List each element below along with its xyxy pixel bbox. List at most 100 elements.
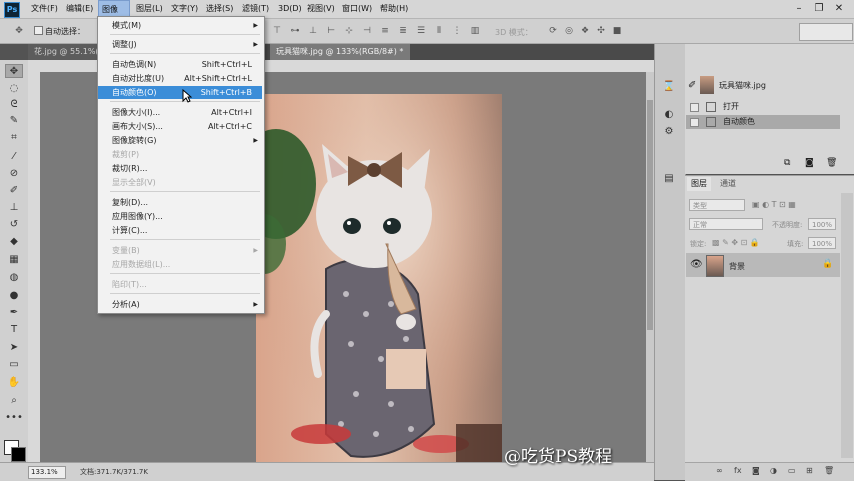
spot-healing-tool-icon[interactable]: ⊘ [5,167,23,181]
new-document-from-state-icon[interactable]: ⧉ [784,158,790,168]
distribute-middle-icon[interactable]: ≣ [396,25,410,37]
menu-3d[interactable]: 3D(D) [275,0,305,18]
fill-field[interactable]: 100% [808,237,836,249]
menu-window[interactable]: 窗口(W) [339,0,375,18]
link-layers-icon[interactable]: ∞ [716,466,723,475]
lock-options-icons[interactable]: ▩ ✎ ✥ ⊡ 🔒 [712,238,760,247]
menu-item-mode[interactable]: 模式(M) ▶ [98,19,262,32]
align-center-icon[interactable]: ⊹ [342,25,356,37]
distribute-top-icon[interactable]: ≡ [378,25,392,37]
history-panel-icon[interactable]: ⌛ [662,80,676,94]
3d-roll-icon[interactable]: ◎ [562,25,576,37]
clone-stamp-tool-icon[interactable]: ⊥ [5,201,23,215]
menu-item-duplicate[interactable]: 复制(D)... [98,196,262,209]
auto-select-checkbox[interactable] [34,26,43,35]
hand-tool-icon[interactable]: ✋ [5,376,23,390]
layer-visibility-eye-icon[interactable]: 👁 [690,259,703,270]
properties-panel-icon[interactable]: ⚙ [662,125,676,139]
menu-item-auto-tone[interactable]: 自动色调(N) Shift+Ctrl+L [98,58,262,71]
dodge-tool-icon[interactable]: ● [5,289,23,303]
quick-select-tool-icon[interactable]: ✎ [5,114,23,128]
document-image[interactable] [256,94,502,462]
move-tool-preset-icon[interactable]: ✥ [12,25,26,37]
close-icon[interactable]: ✕ [832,2,846,16]
zoom-level-field[interactable]: 133.1% [28,466,66,479]
align-middle-icon[interactable]: ⊶ [288,25,302,37]
auto-align-icon[interactable]: ▥ [468,25,482,37]
layers-scrollbar[interactable] [841,193,853,458]
layer-lock-icon[interactable]: 🔒 [822,259,833,269]
lasso-tool-icon[interactable]: ᘓ [5,98,23,112]
3d-slide-icon[interactable]: ✣ [594,25,608,37]
align-left-icon[interactable]: ⊢ [324,25,338,37]
layer-filter-icons[interactable]: ▣ ◐ T ⊡ ▦ [752,200,796,209]
distribute-left-icon[interactable]: ⫴ [432,25,446,37]
marquee-tool-icon[interactable]: ◌ [5,82,23,96]
tab-layers[interactable]: 图层 [687,177,711,191]
layers-panel-icon[interactable]: ▤ [662,172,676,186]
menu-item-apply-data-set[interactable]: 应用数据组(L)... [98,258,262,271]
pen-tool-icon[interactable]: ✒ [5,306,23,320]
history-step-auto-color[interactable]: 自动颜色 [686,115,840,129]
align-top-icon[interactable]: ⊤ [270,25,284,37]
menu-view[interactable]: 视图(V) [304,0,338,18]
gradient-tool-icon[interactable]: ▦ [5,253,23,267]
new-layer-icon[interactable]: ⊞ [806,466,813,475]
background-color-swatch[interactable] [11,447,26,462]
3d-drag-icon[interactable]: ❖ [578,25,592,37]
history-brush-tool-icon[interactable]: ↺ [5,218,23,232]
tab-toy-cat[interactable]: 玩具猫咪.jpg @ 133%(RGB/8#) * × [270,44,410,72]
edit-toolbar-icon[interactable]: ••• [5,411,23,425]
path-select-tool-icon[interactable]: ➤ [5,341,23,355]
menu-item-image-rotation[interactable]: 图像旋转(G) ▶ [98,134,262,147]
rectangle-tool-icon[interactable]: ▭ [5,358,23,372]
menu-item-crop[interactable]: 裁剪(P) [98,148,262,161]
new-group-icon[interactable]: ▭ [788,466,796,475]
menu-item-reveal-all[interactable]: 显示全部(V) [98,176,262,189]
menu-item-image-size[interactable]: 图像大小(I)... Alt+Ctrl+I [98,106,262,119]
menu-help[interactable]: 帮助(H) [377,0,411,18]
menu-item-variables[interactable]: 变量(B) ▶ [98,244,262,257]
menu-item-trap[interactable]: 陷印(T)... [98,278,262,291]
move-tool-icon[interactable]: ✥ [5,64,23,78]
delete-layer-icon[interactable]: 🗑 [824,466,834,475]
new-snapshot-icon[interactable]: ◙ [805,158,814,168]
menu-item-auto-color[interactable]: 自动颜色(O) Shift+Ctrl+B [98,86,262,99]
blend-mode-select[interactable]: 正常 [689,218,763,230]
history-brush-source-icon[interactable]: ✐ [688,80,696,91]
workspace-selector[interactable] [799,23,853,41]
delete-state-icon[interactable]: 🗑 [826,158,837,168]
3d-rotate-icon[interactable]: ⟳ [546,25,560,37]
crop-tool-icon[interactable]: ⌗ [5,131,23,145]
adjustments-panel-icon[interactable]: ◐ [662,108,676,122]
menu-item-calculations[interactable]: 计算(C)... [98,224,262,237]
blur-tool-icon[interactable]: ◍ [5,271,23,285]
canvas-scroll-thumb[interactable] [647,100,653,330]
3d-scale-icon[interactable]: ■ [610,25,624,37]
restore-icon[interactable]: ❐ [812,2,826,16]
minimize-icon[interactable]: – [792,2,806,16]
layer-mask-icon[interactable]: ◙ [752,466,760,475]
brush-tool-icon[interactable]: ✐ [5,184,23,198]
layer-style-icon[interactable]: fx [734,466,742,475]
menu-item-trim[interactable]: 裁切(R)... [98,162,262,175]
tab-channels[interactable]: 通道 [716,177,740,191]
menu-edit[interactable]: 编辑(E) [63,0,96,18]
eyedropper-tool-icon[interactable]: ⁄ [5,150,23,164]
menu-item-analysis[interactable]: 分析(A) ▶ [98,298,262,311]
menu-item-adjustments[interactable]: 调整(J) ▶ [98,38,262,51]
opacity-field[interactable]: 100% [808,218,836,230]
distribute-bottom-icon[interactable]: ☰ [414,25,428,37]
align-right-icon[interactable]: ⊣ [360,25,374,37]
menu-file[interactable]: 文件(F) [28,0,61,18]
type-tool-icon[interactable]: T [5,323,23,337]
zoom-tool-icon[interactable]: ⌕ [5,394,23,408]
align-bottom-icon[interactable]: ⊥ [306,25,320,37]
menu-item-auto-contrast[interactable]: 自动对比度(U) Alt+Shift+Ctrl+L [98,72,262,85]
history-step-open[interactable]: 打开 [686,100,840,114]
history-snapshot-thumbnail[interactable] [700,76,714,94]
eraser-tool-icon[interactable]: ◆ [5,235,23,249]
menu-item-canvas-size[interactable]: 画布大小(S)... Alt+Ctrl+C [98,120,262,133]
distribute-center-icon[interactable]: ⋮ [450,25,464,37]
adjustment-layer-icon[interactable]: ◑ [770,466,777,475]
